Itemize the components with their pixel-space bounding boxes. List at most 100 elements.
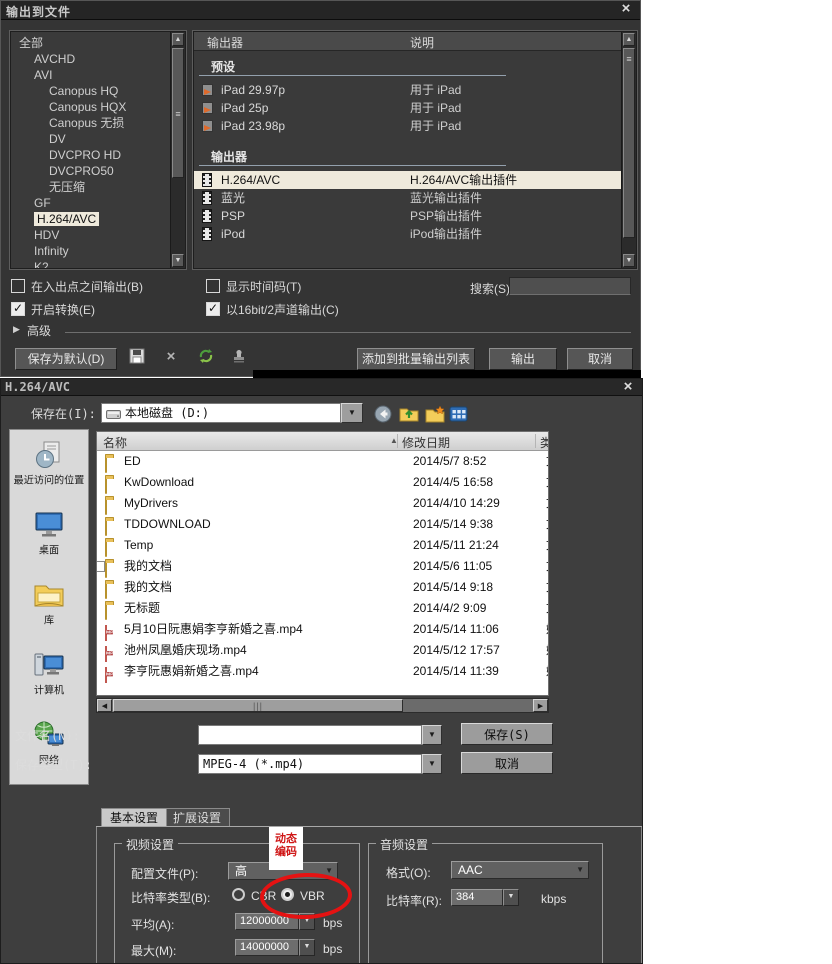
exporter-row[interactable]: H.264/AVC H.264/AVC输出插件 [194, 171, 621, 189]
audio-format-dropdown[interactable]: AAC [451, 861, 589, 879]
tree-item[interactable]: Canopus HQX [11, 99, 169, 115]
scroll-up-icon[interactable]: ▲ [172, 33, 184, 46]
save-type-dropdown-icon[interactable]: ▼ [422, 754, 442, 774]
checkbox-show-timecode[interactable]: 显示时间码(T) [206, 278, 301, 295]
save-as-default-button[interactable]: 保存为默认(D) [15, 348, 117, 370]
save-button[interactable]: 保存(S) [461, 723, 553, 745]
checkbox-icon[interactable] [11, 279, 25, 293]
radio-cbr[interactable] [232, 888, 245, 901]
file-row[interactable]: 无标题 2014/4/2 9:09 文件夹 [97, 598, 548, 620]
export-button[interactable]: 输出 [489, 348, 557, 370]
tree-item[interactable]: H.264/AVC [11, 211, 169, 227]
file-row[interactable]: 李亨阮惠娟新婚之喜.mp4 2014/5/14 11:39 媒体文件 [97, 661, 548, 683]
up-one-level-icon[interactable] [399, 405, 419, 426]
add-to-batch-button[interactable]: 添加到批量输出列表 [357, 348, 475, 370]
file-type: 文件夹 [546, 493, 548, 514]
cancel-button[interactable]: 取消 [567, 348, 633, 370]
place-libraries[interactable]: 库 [10, 580, 88, 628]
file-name-dropdown-icon[interactable]: ▼ [422, 725, 442, 745]
exporter-row[interactable]: PSP PSP输出插件 [194, 207, 621, 225]
file-row[interactable]: 池州凤凰婚庆现场.mp4 2014/5/12 17:57 媒体文件 [97, 640, 548, 662]
tree-scrollbar[interactable]: ▲ ≡ ▼ [170, 32, 185, 268]
tree-item[interactable]: AVI [11, 67, 169, 83]
exporter-row[interactable]: 蓝光 蓝光输出插件 [194, 189, 621, 207]
export-window-titlebar[interactable]: 输出到文件 × [1, 1, 640, 20]
exporter-row[interactable]: iPad 29.97p 用于 iPad [194, 81, 621, 99]
scroll-down-icon[interactable]: ▼ [172, 254, 184, 267]
advanced-expander-icon[interactable]: ▶ [13, 324, 20, 335]
save-in-combo[interactable]: 本地磁盘 (D:) [101, 403, 341, 423]
save-type-combo[interactable]: MPEG-4 (*.mp4) [198, 754, 422, 774]
tree-item[interactable]: DVCPRO50 [11, 163, 169, 179]
max-bitrate-dropdown-icon[interactable]: ▼ [299, 939, 315, 956]
audio-bitrate-input[interactable]: 384 [451, 889, 503, 906]
tree-scroll-thumb[interactable]: ≡ [172, 48, 184, 178]
column-description[interactable]: 说明 [410, 34, 434, 51]
tree-item[interactable]: 无压缩 [11, 179, 169, 195]
file-row[interactable]: KwDownload 2014/4/5 16:58 文件夹 [97, 472, 548, 494]
list-scroll-thumb[interactable]: ≡ [623, 48, 635, 238]
file-row[interactable]: Temp 2014/5/11 21:24 文件夹 [97, 535, 548, 557]
file-row[interactable]: 我的文档 2014/5/14 9:18 文件夹 [97, 577, 548, 599]
checkbox-checked-icon[interactable] [206, 301, 220, 316]
tab-basic-settings[interactable]: 基本设置 [101, 808, 168, 826]
place-desktop[interactable]: 桌面 [10, 510, 88, 558]
save-in-dropdown-icon[interactable]: ▼ [341, 403, 363, 423]
search-input[interactable] [509, 277, 631, 295]
close-icon[interactable]: × [618, 1, 634, 17]
column-type[interactable]: 类 [540, 434, 548, 451]
file-row[interactable]: MyDrivers 2014/4/10 14:29 文件夹 [97, 493, 548, 515]
checkbox-between-inout[interactable]: 在入出点之间输出(B) [11, 278, 143, 295]
list-scrollbar[interactable]: ▲ ≡ ▼ [621, 32, 636, 268]
save-dialog-titlebar[interactable]: H.264/AVC × [1, 379, 642, 396]
place-recent[interactable]: 最近访问的位置 [10, 440, 88, 488]
tree-item[interactable]: DVCPRO HD [11, 147, 169, 163]
max-bitrate-input[interactable]: 14000000 [235, 939, 299, 956]
horizontal-scrollbar[interactable]: ◀ ||| ▶ [96, 698, 549, 713]
exporter-row[interactable]: iPod iPod输出插件 [194, 225, 621, 243]
hscroll-thumb[interactable]: ||| [113, 699, 403, 712]
checkbox-enable-convert[interactable]: 开启转换(E) [11, 301, 95, 318]
delete-preset-icon[interactable]: × [161, 348, 181, 368]
stamp-icon[interactable] [229, 348, 249, 368]
scroll-up-icon[interactable]: ▲ [623, 33, 635, 46]
place-label: 最近访问的位置 [13, 475, 85, 487]
file-row[interactable]: ED 2014/5/7 8:52 文件夹 [97, 451, 548, 473]
audio-bitrate-dropdown-icon[interactable]: ▼ [503, 889, 519, 906]
tree-item[interactable]: Canopus HQ [11, 83, 169, 99]
tree-item[interactable]: 全部 [11, 35, 169, 51]
tree-item[interactable]: HDV [11, 227, 169, 243]
file-row[interactable]: 我的文档 2014/5/6 11:05 文件夹 [97, 556, 548, 578]
column-exporter[interactable]: 输出器 [207, 34, 243, 51]
back-icon[interactable] [373, 405, 393, 426]
cancel-button[interactable]: 取消 [461, 752, 553, 774]
checkbox-checked-icon[interactable] [11, 301, 25, 316]
exporter-row[interactable]: iPad 25p 用于 iPad [194, 99, 621, 117]
scroll-right-icon[interactable]: ▶ [533, 699, 548, 712]
checkbox-16bit-2ch[interactable]: 以16bit/2声道输出(C) [206, 301, 339, 318]
exporter-row[interactable]: iPad 23.98p 用于 iPad [194, 117, 621, 135]
tree-item[interactable]: DV [11, 131, 169, 147]
tree-item[interactable]: Canopus 无损 [11, 115, 169, 131]
scroll-down-icon[interactable]: ▼ [623, 254, 635, 267]
tree-item[interactable]: AVCHD [11, 51, 169, 67]
save-preset-icon[interactable] [127, 348, 147, 368]
mp4-icon [105, 625, 107, 641]
tab-extended-settings[interactable]: 扩展设置 [164, 808, 231, 826]
tree-item[interactable]: K2 [11, 259, 169, 268]
close-icon[interactable]: × [620, 379, 636, 395]
scroll-left-icon[interactable]: ◀ [97, 699, 112, 712]
new-folder-icon[interactable] [425, 405, 445, 426]
place-computer[interactable]: 计算机 [10, 650, 88, 698]
file-row[interactable]: 5月10日阮惠娟李亨新婚之喜.mp4 2014/5/14 11:06 媒体文件 [97, 619, 548, 641]
file-name-input[interactable] [198, 725, 422, 745]
file-row[interactable]: TDDOWNLOAD 2014/5/14 9:38 文件夹 [97, 514, 548, 536]
advanced-label[interactable]: 高级 [27, 322, 51, 339]
refresh-icon[interactable] [196, 348, 216, 368]
tree-item[interactable]: Infinity [11, 243, 169, 259]
checkbox-icon[interactable] [206, 279, 220, 293]
tree-item[interactable]: GF [11, 195, 169, 211]
column-name[interactable]: 名称 [103, 434, 127, 451]
column-date-modified[interactable]: 修改日期 [402, 434, 450, 451]
view-menu-icon[interactable] [449, 405, 469, 426]
